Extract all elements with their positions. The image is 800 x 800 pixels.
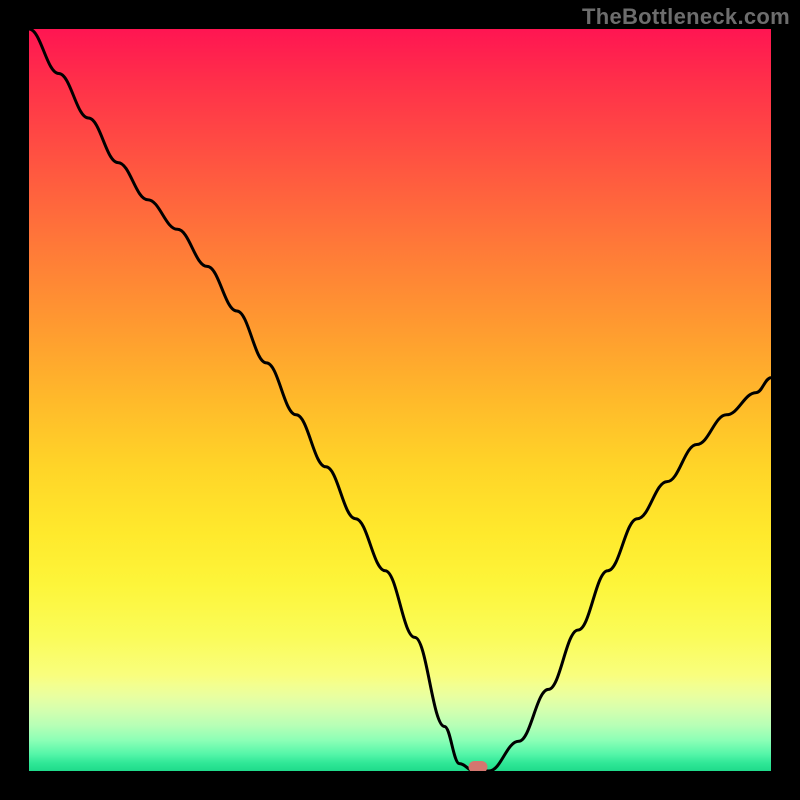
plot-area	[29, 29, 771, 771]
optimal-marker	[468, 761, 487, 771]
chart-frame: TheBottleneck.com	[0, 0, 800, 800]
bottleneck-curve	[29, 29, 771, 771]
watermark-text: TheBottleneck.com	[582, 4, 790, 30]
curve-svg	[29, 29, 771, 771]
